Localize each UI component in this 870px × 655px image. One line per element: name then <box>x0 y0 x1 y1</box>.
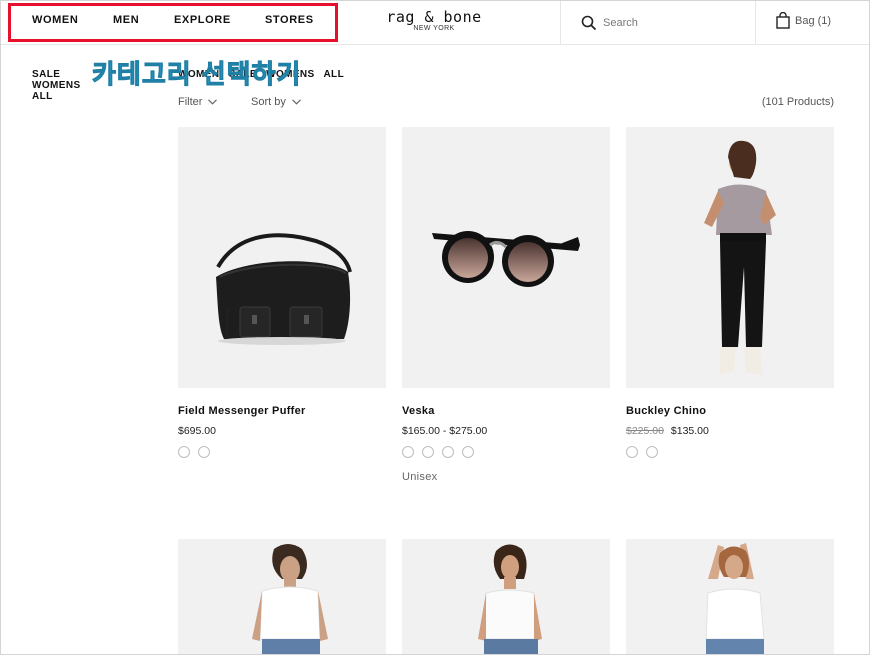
category-highlight-box <box>8 3 338 42</box>
color-swatches <box>402 446 610 458</box>
search-input[interactable] <box>603 16 743 29</box>
model-chino-image <box>704 140 776 375</box>
product-image-tee-model[interactable] <box>626 539 834 655</box>
annotation-caption: 카테고리 선택하기 <box>91 60 302 91</box>
product-image-tank-model-2[interactable] <box>402 539 610 655</box>
product-image-tank-model-1[interactable] <box>178 539 386 655</box>
product-tag: Unisex <box>402 471 438 483</box>
category-sidebar: SALE WOMENS ALL <box>32 69 81 102</box>
product-card[interactable] <box>626 539 834 655</box>
brand-city: NEW YORK <box>413 25 455 32</box>
product-price: $165.00 - $275.00 <box>402 425 488 437</box>
sale-price: $135.00 <box>670 425 709 437</box>
product-name[interactable]: Buckley Chino <box>626 405 834 417</box>
search-icon <box>581 15 597 30</box>
color-swatches <box>626 446 834 458</box>
product-card[interactable]: Field Messenger Puffer $695.00 <box>178 127 386 458</box>
chevron-down-icon <box>208 99 218 105</box>
sidebar-item-all[interactable]: ALL <box>32 91 81 102</box>
breadcrumb-all[interactable]: ALL <box>323 69 344 80</box>
product-name[interactable]: Veska <box>402 405 610 417</box>
filter-bar: Filter Sort by (101 Products) <box>178 96 834 110</box>
sidebar-item-womens[interactable]: WOMENS <box>32 80 81 91</box>
messenger-bag-image <box>216 233 352 345</box>
color-swatch[interactable] <box>178 446 190 458</box>
product-count: (101 Products) <box>761 96 834 108</box>
product-card[interactable]: Veska $165.00 - $275.00 Unisex <box>402 127 610 483</box>
product-price: $695.00 <box>178 425 216 437</box>
sort-dropdown[interactable]: Sort by <box>251 96 301 108</box>
product-card[interactable]: Buckley Chino $225.00 $135.00 <box>626 127 834 458</box>
brand-name: rag & bone <box>386 8 482 26</box>
site-header: WOMEN MEN EXPLORE STORES rag & bone NEW … <box>0 0 870 45</box>
product-name[interactable]: Field Messenger Puffer <box>178 405 386 417</box>
brand-logo[interactable]: rag & bone NEW YORK <box>372 8 496 32</box>
sort-label: Sort by <box>251 96 286 108</box>
filter-label: Filter <box>178 96 203 108</box>
sidebar-item-sale[interactable]: SALE <box>32 69 81 80</box>
product-image-chino-model[interactable] <box>626 127 834 388</box>
color-swatch[interactable] <box>422 446 434 458</box>
filter-dropdown[interactable]: Filter <box>178 96 218 108</box>
product-image-sunglasses[interactable] <box>402 127 610 388</box>
product-price: $225.00 $135.00 <box>626 425 834 437</box>
bag-label: Bag (1) <box>795 14 832 27</box>
product-card[interactable] <box>402 539 610 655</box>
model-tank-image <box>252 544 328 655</box>
color-swatch[interactable] <box>646 446 658 458</box>
color-swatch[interactable] <box>462 446 474 458</box>
shopping-bag-icon <box>776 12 790 29</box>
chevron-down-icon <box>291 99 301 105</box>
sunglasses-image <box>432 231 580 287</box>
color-swatch[interactable] <box>626 446 638 458</box>
color-swatch[interactable] <box>442 446 454 458</box>
color-swatches <box>178 446 386 458</box>
bag-button[interactable]: Bag (1) <box>776 12 831 29</box>
model-tank-image <box>478 544 542 655</box>
product-image-messenger-bag[interactable] <box>178 127 386 388</box>
model-tee-image <box>705 543 765 655</box>
color-swatch[interactable] <box>402 446 414 458</box>
search-box[interactable] <box>560 0 756 45</box>
color-swatch[interactable] <box>198 446 210 458</box>
product-card[interactable] <box>178 539 386 655</box>
original-price: $225.00 <box>626 425 664 437</box>
